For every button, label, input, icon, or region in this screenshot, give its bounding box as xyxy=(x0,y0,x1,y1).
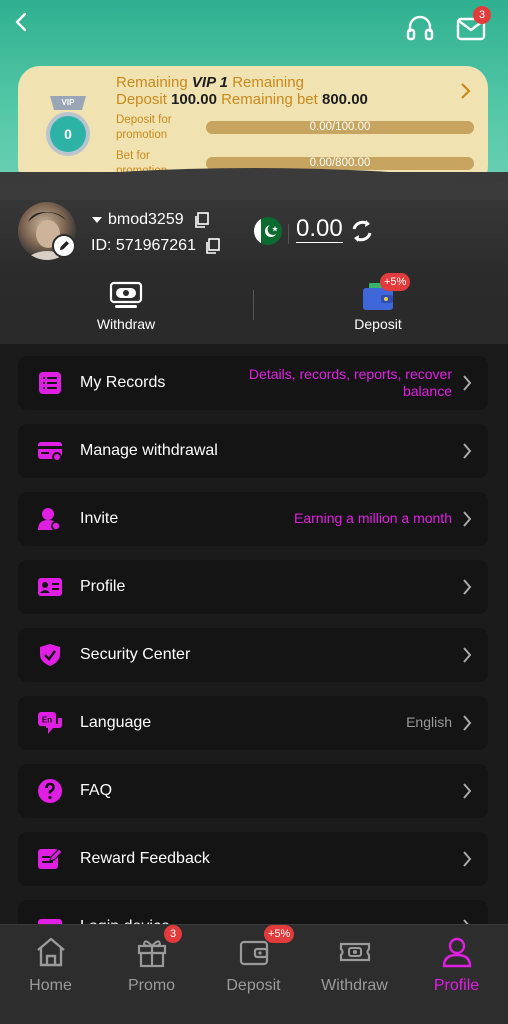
withdraw-icon xyxy=(109,281,143,308)
menu-label: Invite xyxy=(80,510,119,527)
nav-deposit-label: Deposit xyxy=(226,977,281,994)
feedback-edit-icon xyxy=(38,848,62,869)
chevron-right-icon xyxy=(463,511,472,527)
menu-label: Language xyxy=(80,714,152,731)
menu-item-my-records[interactable]: My Records Details, records, reports, re… xyxy=(18,356,488,410)
menu-label: Manage withdrawal xyxy=(80,442,218,459)
chevron-right-icon xyxy=(463,783,472,799)
panel-curve xyxy=(0,168,508,200)
gift-icon xyxy=(137,940,167,968)
chevron-right-icon xyxy=(463,579,472,595)
menu-label: Reward Feedback xyxy=(80,850,210,867)
user-id: ID: 571967261 xyxy=(91,237,196,254)
promo-badge: 3 xyxy=(164,925,182,943)
menu-sub: Earning a million a month xyxy=(294,510,452,526)
chevron-right-icon xyxy=(463,647,472,663)
balance-divider xyxy=(288,224,289,244)
chevron-right-icon xyxy=(463,851,472,867)
nav-withdraw-label: Withdraw xyxy=(321,977,388,994)
back-icon[interactable] xyxy=(10,10,34,34)
records-icon xyxy=(39,372,61,394)
chevron-right-icon xyxy=(463,375,472,391)
question-icon xyxy=(38,779,62,803)
chevron-right-icon xyxy=(463,443,472,459)
copy-icon[interactable] xyxy=(194,212,209,228)
nav-profile-label: Profile xyxy=(433,977,480,994)
menu-label: Security Center xyxy=(80,646,191,663)
menu-sub: Details, records, reports, recover balan… xyxy=(248,366,452,399)
invite-user-icon xyxy=(38,508,61,531)
menu-item-language[interactable]: En Language English xyxy=(18,696,488,750)
shield-icon xyxy=(40,644,60,666)
pakistan-flag-icon xyxy=(254,217,282,245)
nav-home[interactable]: Home xyxy=(0,925,101,1024)
deposit-bonus-badge: +5% xyxy=(380,273,411,291)
nav-withdraw[interactable]: Withdraw xyxy=(304,925,405,1024)
svg-text:En: En xyxy=(42,716,52,725)
deposit-nav-badge: +5% xyxy=(264,925,295,943)
caret-down-icon[interactable] xyxy=(91,216,103,224)
menu-item-profile[interactable]: Profile xyxy=(18,560,488,614)
chevron-right-icon[interactable] xyxy=(458,82,472,100)
nav-home-label: Home xyxy=(29,977,72,994)
menu-item-invite[interactable]: Invite Earning a million a month xyxy=(18,492,488,546)
quick-actions-divider xyxy=(253,290,254,320)
bottom-nav: Home 3 Promo +5% Deposit Withdraw Profil… xyxy=(0,924,508,1024)
vip-bet-value: 800.00 xyxy=(322,91,368,108)
refresh-icon[interactable] xyxy=(349,218,375,244)
menu-item-reward-feedback[interactable]: Reward Feedback xyxy=(18,832,488,886)
menu-label: My Records xyxy=(80,374,166,391)
menu-sub: English xyxy=(406,714,452,730)
id-card-icon xyxy=(38,578,62,596)
nav-promo-label: Promo xyxy=(127,977,176,994)
home-icon xyxy=(37,937,65,967)
nav-profile[interactable]: Profile xyxy=(406,925,507,1024)
menu-item-faq[interactable]: FAQ xyxy=(18,764,488,818)
username: bmod3259 xyxy=(108,211,184,228)
vip-deposit-value: 100.00 xyxy=(171,91,217,108)
deposit-progress-bar: 0.00/100.00 xyxy=(206,121,474,134)
menu-item-security-center[interactable]: Security Center xyxy=(18,628,488,682)
chevron-right-icon xyxy=(463,715,472,731)
language-icon: En xyxy=(38,712,62,734)
vip-medal-tag: VIP xyxy=(62,98,76,107)
mail-badge: 3 xyxy=(473,6,491,24)
card-icon xyxy=(38,442,62,462)
ticket-icon xyxy=(339,942,371,962)
edit-avatar-icon[interactable] xyxy=(52,234,76,258)
quick-withdraw-label: Withdraw xyxy=(96,316,156,332)
vip-level: VIP 1 xyxy=(191,74,229,91)
headset-icon[interactable] xyxy=(404,12,436,44)
quick-deposit-label: Deposit xyxy=(354,316,402,332)
menu-item-manage-withdrawal[interactable]: Manage withdrawal xyxy=(18,424,488,478)
profile-icon xyxy=(442,937,472,968)
menu-label: Profile xyxy=(80,578,126,595)
nav-promo[interactable]: 3 Promo xyxy=(101,925,202,1024)
vip-medal-icon: 0 VIP xyxy=(46,96,90,156)
vip-remaining-text: Remaining VIP 1 Remaining Deposit 100.00… xyxy=(116,74,368,108)
balance-amount: 0.00 xyxy=(296,215,343,243)
profile-screen: 3 0 VIP Remaining VIP 1 Remaining Deposi… xyxy=(0,0,508,1024)
vip-medal-value: 0 xyxy=(64,126,72,142)
copy-id-icon[interactable] xyxy=(205,238,220,254)
nav-deposit[interactable]: +5% Deposit xyxy=(203,925,304,1024)
menu-label: FAQ xyxy=(80,782,113,799)
deposit-promo-label: Deposit for promotion xyxy=(116,114,172,141)
